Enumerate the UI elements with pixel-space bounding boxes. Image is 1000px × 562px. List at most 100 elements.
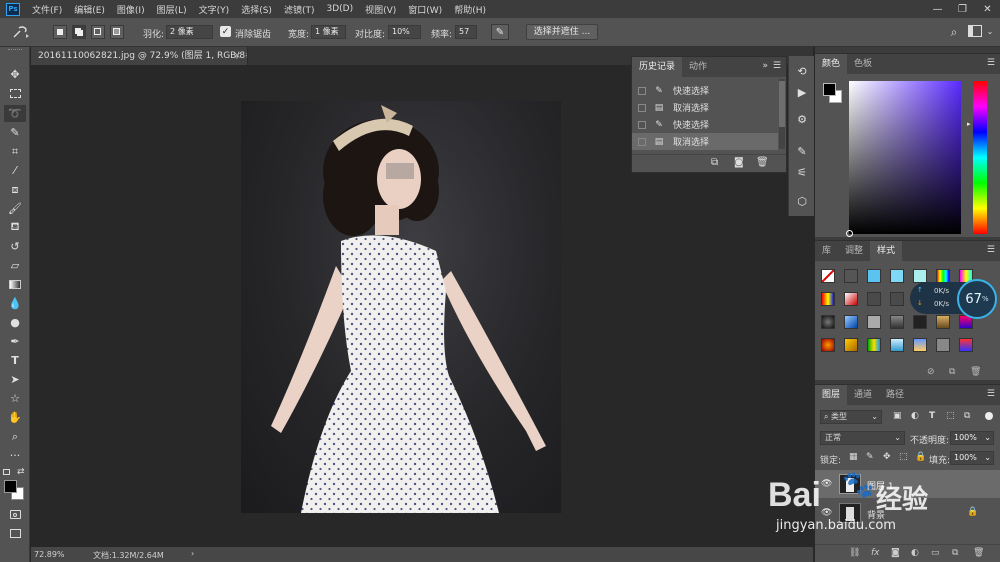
style-swatch[interactable] [821,338,835,352]
collapse-panel-icon[interactable]: » [762,61,768,71]
tab-actions[interactable]: 动作 [682,57,714,77]
style-swatch[interactable] [890,292,904,306]
width-input[interactable]: 1 像素 [311,25,346,39]
close-button[interactable]: ✕ [975,0,1000,18]
close-document-icon[interactable]: × [233,47,241,65]
status-menu-arrow[interactable]: › [191,549,194,558]
panel-menu-icon[interactable]: ☰ [987,389,995,399]
history-source-checkbox[interactable] [638,103,646,112]
more-tools-icon[interactable]: ··· [4,447,26,464]
quick-mask-icon[interactable] [4,506,26,523]
brush-tool-icon[interactable]: 🖌 [4,200,26,217]
tab-layers[interactable]: 图层 [815,385,848,405]
link-layers-icon[interactable]: ⛓ [849,548,860,558]
adjustment-layer-icon[interactable]: ◐ [911,548,919,558]
healing-brush-tool-icon[interactable]: ⧈ [4,181,26,198]
panel-menu-icon[interactable]: ☰ [773,61,781,71]
filter-adjustment-icon[interactable]: ◐ [911,411,919,421]
history-scrollbar[interactable] [779,79,785,149]
style-swatch[interactable] [867,315,881,329]
brush-settings-icon[interactable]: ✎ [792,142,812,160]
menu-file[interactable]: 文件(F) [26,3,68,16]
foreground-color-swatch[interactable] [4,480,17,493]
eyedropper-tool-icon[interactable]: ⁄ [4,162,26,179]
lock-artboard-icon[interactable]: ⬚ [899,452,908,462]
menu-edit[interactable]: 编辑(E) [68,3,111,16]
layer-effects-icon[interactable]: fx [871,548,880,558]
blur-tool-icon[interactable]: 💧 [4,295,26,312]
3d-cube-icon[interactable]: ⬡ [792,192,812,210]
lock-transparent-icon[interactable]: ▦ [849,452,858,462]
tab-history[interactable]: 历史记录 [632,57,683,77]
tab-channels[interactable]: 通道 [847,385,879,405]
filter-pixel-icon[interactable]: ▣ [893,411,902,421]
style-swatch[interactable] [867,338,881,352]
layer-filter-select[interactable]: ⌕ 类型 ⌄ [820,410,882,424]
minimize-button[interactable]: — [925,0,950,18]
intersect-selection-icon[interactable] [110,25,124,39]
document-image[interactable] [241,101,561,513]
properties-icon[interactable]: ⚙ [792,110,812,128]
history-item-selected[interactable]: ▤ 取消选择 [632,133,778,150]
lasso-tool-icon[interactable]: ➰ [4,105,26,122]
chevron-down-icon[interactable]: ⌄ [985,25,995,37]
menu-view[interactable]: 视图(V) [359,3,402,16]
shape-tool-icon[interactable]: ☆ [4,390,26,407]
hue-slider-handle[interactable]: ▸ [967,120,971,128]
zoom-tool-icon[interactable]: ⌕ [4,428,26,445]
type-tool-icon[interactable]: T [4,352,26,369]
style-swatch[interactable] [913,338,927,352]
actions-play-icon[interactable]: ▶ [792,83,812,101]
history-source-checkbox[interactable] [638,86,646,95]
quick-select-tool-icon[interactable]: ✎ [4,124,26,141]
path-selection-tool-icon[interactable]: ➤ [4,371,26,388]
memory-usage-gauge[interactable]: 67% [957,279,997,319]
style-swatch[interactable] [936,269,950,283]
menu-filter[interactable]: 滤镜(T) [278,3,321,16]
crop-tool-icon[interactable]: ⌗ [4,143,26,160]
history-source-checkbox[interactable] [638,120,646,129]
trash-icon[interactable]: 🗑 [973,548,984,558]
gradient-tool-icon[interactable] [4,276,26,293]
style-swatch[interactable] [844,338,858,352]
tab-swatches[interactable]: 色板 [847,54,879,74]
hue-slider[interactable] [973,81,987,234]
adjust-sliders-icon[interactable]: ⚟ [792,163,812,181]
style-swatch[interactable] [844,315,858,329]
tab-color[interactable]: 颜色 [815,54,848,74]
lock-all-icon[interactable]: 🔒 [915,452,926,462]
add-to-selection-icon[interactable] [72,25,86,39]
style-swatch[interactable] [844,292,858,306]
frequency-input[interactable]: 57 [455,25,477,39]
style-swatch[interactable] [821,315,835,329]
fill-input[interactable]: 100% ⌄ [950,451,994,465]
tab-adjustments[interactable]: 调整 [838,241,870,261]
style-swatch[interactable] [959,338,973,352]
style-swatch[interactable] [867,269,881,283]
clone-stamp-tool-icon[interactable]: ⛾ [4,219,26,236]
hand-tool-icon[interactable]: ✋ [4,409,26,426]
subtract-selection-icon[interactable] [91,25,105,39]
menu-layer[interactable]: 图层(L) [151,3,193,16]
lock-image-icon[interactable]: ✎ [866,452,874,462]
style-swatch[interactable] [936,338,950,352]
color-field[interactable] [846,81,961,237]
style-swatch[interactable] [867,292,881,306]
opacity-input[interactable]: 100% ⌄ [950,431,994,445]
history-item[interactable]: ▤ 取消选择 [632,99,778,116]
document-tab[interactable]: 20161110062821.jpg @ 72.9% (图层 1, RGB/8#… [31,47,248,65]
new-group-icon[interactable]: ▭ [931,548,940,558]
search-icon[interactable]: ⌕ [946,24,962,40]
lock-position-icon[interactable]: ✥ [883,452,891,462]
add-mask-icon[interactable]: ◙ [891,548,900,558]
snapshot-icon[interactable]: ◙ [734,157,744,168]
contrast-input[interactable]: 10% [388,25,421,39]
history-source-checkbox[interactable] [638,137,646,146]
new-document-from-state-icon[interactable]: ⧉ [711,157,718,168]
select-and-mask-button[interactable]: 选择并遮住 ... [526,24,598,40]
swap-colors-icon[interactable]: ⇄ [17,467,25,477]
style-swatch[interactable] [844,269,858,283]
filter-type-icon[interactable]: T [929,411,935,421]
tab-styles[interactable]: 样式 [870,241,903,261]
style-swatch[interactable] [890,315,904,329]
